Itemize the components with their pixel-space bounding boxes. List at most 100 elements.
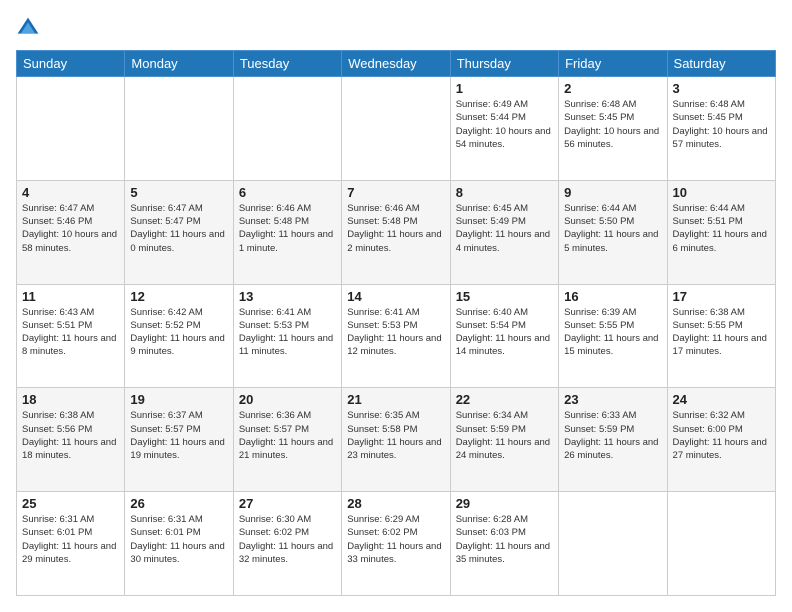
calendar-cell: 5 Sunrise: 6:47 AM Sunset: 5:47 PM Daylig… bbox=[125, 180, 233, 284]
calendar-cell bbox=[559, 492, 667, 596]
calendar-cell: 11Sunrise: 6:43 AM Sunset: 5:51 PM Dayli… bbox=[17, 284, 125, 388]
cell-info-text: Sunrise: 6:33 AM Sunset: 5:59 PM Dayligh… bbox=[564, 409, 661, 462]
cell-date-number: 25 bbox=[22, 496, 119, 511]
cell-info-text: Sunrise: 6:38 AM Sunset: 5:56 PM Dayligh… bbox=[22, 409, 119, 462]
cell-info-text: Sunrise: 6:47 AM Sunset: 5:47 PM Dayligh… bbox=[130, 202, 227, 255]
calendar-cell: 25 Sunrise: 6:31 AM Sunset: 6:01 PM Dayli… bbox=[17, 492, 125, 596]
calendar-cell: 24 Sunrise: 6:32 AM Sunset: 6:00 PM Dayli… bbox=[667, 388, 775, 492]
cell-date-number: 5 bbox=[130, 185, 227, 200]
calendar-cell: 23 Sunrise: 6:33 AM Sunset: 5:59 PM Dayli… bbox=[559, 388, 667, 492]
calendar-week-3: 11Sunrise: 6:43 AM Sunset: 5:51 PM Dayli… bbox=[17, 284, 776, 388]
cell-info-text: Sunrise: 6:36 AM Sunset: 5:57 PM Dayligh… bbox=[239, 409, 336, 462]
calendar-cell: 3 Sunrise: 6:48 AM Sunset: 5:45 PM Daylig… bbox=[667, 77, 775, 181]
calendar-header-row: SundayMondayTuesdayWednesdayThursdayFrid… bbox=[17, 51, 776, 77]
cell-info-text: Sunrise: 6:28 AM Sunset: 6:03 PM Dayligh… bbox=[456, 513, 553, 566]
cell-info-text: Sunrise: 6:46 AM Sunset: 5:48 PM Dayligh… bbox=[239, 202, 336, 255]
cell-date-number: 17 bbox=[673, 289, 770, 304]
cell-date-number: 13 bbox=[239, 289, 336, 304]
cell-info-text: Sunrise: 6:31 AM Sunset: 6:01 PM Dayligh… bbox=[22, 513, 119, 566]
cell-date-number: 16 bbox=[564, 289, 661, 304]
cell-info-text: Sunrise: 6:39 AM Sunset: 5:55 PM Dayligh… bbox=[564, 306, 661, 359]
header bbox=[16, 16, 776, 40]
calendar-cell: 20 Sunrise: 6:36 AM Sunset: 5:57 PM Dayli… bbox=[233, 388, 341, 492]
calendar-cell: 9 Sunrise: 6:44 AM Sunset: 5:50 PM Daylig… bbox=[559, 180, 667, 284]
calendar-cell: 1 Sunrise: 6:49 AM Sunset: 5:44 PM Daylig… bbox=[450, 77, 558, 181]
calendar-table: SundayMondayTuesdayWednesdayThursdayFrid… bbox=[16, 50, 776, 596]
cell-date-number: 19 bbox=[130, 392, 227, 407]
calendar-cell: 22 Sunrise: 6:34 AM Sunset: 5:59 PM Dayli… bbox=[450, 388, 558, 492]
calendar-cell: 8 Sunrise: 6:45 AM Sunset: 5:49 PM Daylig… bbox=[450, 180, 558, 284]
calendar-cell bbox=[667, 492, 775, 596]
calendar-cell: 7Sunrise: 6:46 AM Sunset: 5:48 PM Daylig… bbox=[342, 180, 450, 284]
cell-info-text: Sunrise: 6:35 AM Sunset: 5:58 PM Dayligh… bbox=[347, 409, 444, 462]
day-header-saturday: Saturday bbox=[667, 51, 775, 77]
cell-info-text: Sunrise: 6:48 AM Sunset: 5:45 PM Dayligh… bbox=[673, 98, 770, 151]
cell-date-number: 6 bbox=[239, 185, 336, 200]
cell-info-text: Sunrise: 6:38 AM Sunset: 5:55 PM Dayligh… bbox=[673, 306, 770, 359]
calendar-cell: 29 Sunrise: 6:28 AM Sunset: 6:03 PM Dayli… bbox=[450, 492, 558, 596]
cell-info-text: Sunrise: 6:30 AM Sunset: 6:02 PM Dayligh… bbox=[239, 513, 336, 566]
calendar-week-5: 25 Sunrise: 6:31 AM Sunset: 6:01 PM Dayli… bbox=[17, 492, 776, 596]
cell-date-number: 14 bbox=[347, 289, 444, 304]
page: SundayMondayTuesdayWednesdayThursdayFrid… bbox=[0, 0, 792, 612]
calendar-cell: 28 Sunrise: 6:29 AM Sunset: 6:02 PM Dayli… bbox=[342, 492, 450, 596]
cell-date-number: 21 bbox=[347, 392, 444, 407]
cell-date-number: 20 bbox=[239, 392, 336, 407]
calendar-cell: 10Sunrise: 6:44 AM Sunset: 5:51 PM Dayli… bbox=[667, 180, 775, 284]
cell-info-text: Sunrise: 6:32 AM Sunset: 6:00 PM Dayligh… bbox=[673, 409, 770, 462]
cell-date-number: 23 bbox=[564, 392, 661, 407]
calendar-cell: 14 Sunrise: 6:41 AM Sunset: 5:53 PM Dayli… bbox=[342, 284, 450, 388]
day-header-thursday: Thursday bbox=[450, 51, 558, 77]
cell-info-text: Sunrise: 6:31 AM Sunset: 6:01 PM Dayligh… bbox=[130, 513, 227, 566]
cell-date-number: 28 bbox=[347, 496, 444, 511]
cell-info-text: Sunrise: 6:45 AM Sunset: 5:49 PM Dayligh… bbox=[456, 202, 553, 255]
calendar-cell: 15 Sunrise: 6:40 AM Sunset: 5:54 PM Dayli… bbox=[450, 284, 558, 388]
calendar-cell: 27Sunrise: 6:30 AM Sunset: 6:02 PM Dayli… bbox=[233, 492, 341, 596]
cell-date-number: 15 bbox=[456, 289, 553, 304]
cell-info-text: Sunrise: 6:47 AM Sunset: 5:46 PM Dayligh… bbox=[22, 202, 119, 255]
cell-date-number: 12 bbox=[130, 289, 227, 304]
cell-date-number: 22 bbox=[456, 392, 553, 407]
cell-date-number: 7 bbox=[347, 185, 444, 200]
calendar-cell: 12 Sunrise: 6:42 AM Sunset: 5:52 PM Dayli… bbox=[125, 284, 233, 388]
cell-date-number: 24 bbox=[673, 392, 770, 407]
cell-info-text: Sunrise: 6:40 AM Sunset: 5:54 PM Dayligh… bbox=[456, 306, 553, 359]
cell-date-number: 29 bbox=[456, 496, 553, 511]
calendar-cell bbox=[17, 77, 125, 181]
calendar-cell: 4 Sunrise: 6:47 AM Sunset: 5:46 PM Daylig… bbox=[17, 180, 125, 284]
cell-info-text: Sunrise: 6:34 AM Sunset: 5:59 PM Dayligh… bbox=[456, 409, 553, 462]
cell-info-text: Sunrise: 6:29 AM Sunset: 6:02 PM Dayligh… bbox=[347, 513, 444, 566]
calendar-cell: 26Sunrise: 6:31 AM Sunset: 6:01 PM Dayli… bbox=[125, 492, 233, 596]
cell-date-number: 18 bbox=[22, 392, 119, 407]
calendar-week-2: 4 Sunrise: 6:47 AM Sunset: 5:46 PM Daylig… bbox=[17, 180, 776, 284]
calendar-cell: 21 Sunrise: 6:35 AM Sunset: 5:58 PM Dayli… bbox=[342, 388, 450, 492]
cell-info-text: Sunrise: 6:49 AM Sunset: 5:44 PM Dayligh… bbox=[456, 98, 553, 151]
cell-date-number: 4 bbox=[22, 185, 119, 200]
logo-icon bbox=[16, 16, 40, 40]
cell-info-text: Sunrise: 6:44 AM Sunset: 5:50 PM Dayligh… bbox=[564, 202, 661, 255]
calendar-cell bbox=[233, 77, 341, 181]
cell-date-number: 1 bbox=[456, 81, 553, 96]
calendar-cell: 18 Sunrise: 6:38 AM Sunset: 5:56 PM Dayli… bbox=[17, 388, 125, 492]
cell-info-text: Sunrise: 6:41 AM Sunset: 5:53 PM Dayligh… bbox=[347, 306, 444, 359]
cell-date-number: 8 bbox=[456, 185, 553, 200]
calendar-cell: 2Sunrise: 6:48 AM Sunset: 5:45 PM Daylig… bbox=[559, 77, 667, 181]
day-header-monday: Monday bbox=[125, 51, 233, 77]
cell-info-text: Sunrise: 6:41 AM Sunset: 5:53 PM Dayligh… bbox=[239, 306, 336, 359]
cell-info-text: Sunrise: 6:37 AM Sunset: 5:57 PM Dayligh… bbox=[130, 409, 227, 462]
calendar-cell bbox=[125, 77, 233, 181]
calendar-cell: 19 Sunrise: 6:37 AM Sunset: 5:57 PM Dayli… bbox=[125, 388, 233, 492]
calendar-week-1: 1 Sunrise: 6:49 AM Sunset: 5:44 PM Daylig… bbox=[17, 77, 776, 181]
cell-info-text: Sunrise: 6:48 AM Sunset: 5:45 PM Dayligh… bbox=[564, 98, 661, 151]
cell-date-number: 3 bbox=[673, 81, 770, 96]
cell-date-number: 9 bbox=[564, 185, 661, 200]
day-header-friday: Friday bbox=[559, 51, 667, 77]
calendar-cell bbox=[342, 77, 450, 181]
day-header-tuesday: Tuesday bbox=[233, 51, 341, 77]
cell-info-text: Sunrise: 6:42 AM Sunset: 5:52 PM Dayligh… bbox=[130, 306, 227, 359]
calendar-week-4: 18 Sunrise: 6:38 AM Sunset: 5:56 PM Dayli… bbox=[17, 388, 776, 492]
cell-info-text: Sunrise: 6:44 AM Sunset: 5:51 PM Dayligh… bbox=[673, 202, 770, 255]
calendar-cell: 6 Sunrise: 6:46 AM Sunset: 5:48 PM Daylig… bbox=[233, 180, 341, 284]
logo bbox=[16, 16, 44, 40]
calendar-cell: 13 Sunrise: 6:41 AM Sunset: 5:53 PM Dayli… bbox=[233, 284, 341, 388]
